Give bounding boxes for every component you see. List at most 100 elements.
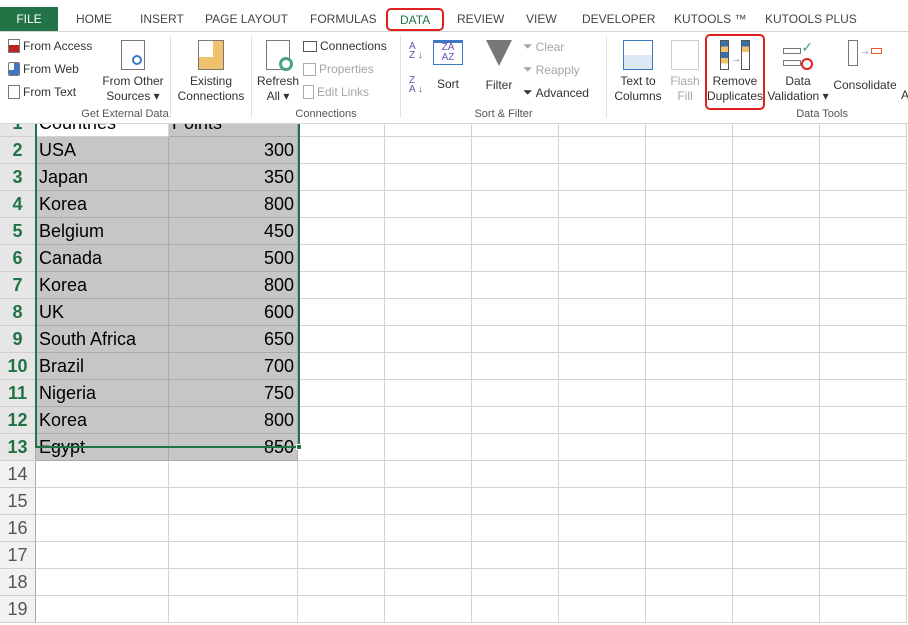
- cell-empty[interactable]: [646, 218, 733, 245]
- cell-empty[interactable]: [472, 515, 559, 542]
- cell-empty[interactable]: [820, 272, 907, 299]
- sort-za-button[interactable]: ZA ↓: [409, 76, 423, 95]
- cell-empty[interactable]: [559, 299, 646, 326]
- cell-country[interactable]: UK: [36, 299, 169, 326]
- cell-empty[interactable]: [646, 569, 733, 596]
- consolidate-button[interactable]: → Consolidate: [832, 40, 898, 93]
- row-header[interactable]: 4: [0, 191, 36, 218]
- cell-empty[interactable]: [385, 569, 472, 596]
- cell-empty[interactable]: [298, 461, 385, 488]
- cell-empty[interactable]: [298, 380, 385, 407]
- cell-empty[interactable]: [472, 218, 559, 245]
- cell-points[interactable]: Points: [169, 124, 298, 137]
- cell-empty[interactable]: [646, 407, 733, 434]
- cell-country[interactable]: Canada: [36, 245, 169, 272]
- cell-empty[interactable]: [298, 326, 385, 353]
- cell-empty[interactable]: [820, 515, 907, 542]
- cell-empty[interactable]: [385, 299, 472, 326]
- cell-empty[interactable]: [820, 164, 907, 191]
- cell-points[interactable]: 650: [169, 326, 298, 353]
- cell-empty[interactable]: [298, 353, 385, 380]
- cell-empty[interactable]: [298, 124, 385, 137]
- cell-empty[interactable]: [472, 407, 559, 434]
- tab-data[interactable]: DATA: [386, 8, 445, 31]
- cell-empty[interactable]: [385, 596, 472, 623]
- filter-button[interactable]: Filter: [480, 40, 518, 93]
- cell-empty[interactable]: [385, 326, 472, 353]
- cell-empty[interactable]: [733, 515, 820, 542]
- cell-empty[interactable]: [559, 245, 646, 272]
- tab-kutools[interactable]: KUTOOLS ™: [674, 7, 746, 31]
- cell-empty[interactable]: [472, 124, 559, 137]
- cell-empty[interactable]: [820, 461, 907, 488]
- cell-empty[interactable]: [820, 299, 907, 326]
- cell-empty[interactable]: [472, 380, 559, 407]
- cell-empty[interactable]: [36, 488, 169, 515]
- cell-empty[interactable]: [559, 434, 646, 461]
- cell-empty[interactable]: [298, 164, 385, 191]
- cell-empty[interactable]: [472, 596, 559, 623]
- from-other-sources-button[interactable]: From Other Sources ▾: [100, 40, 166, 104]
- cell-empty[interactable]: [820, 124, 907, 137]
- spreadsheet-grid[interactable]: 1CountriesPoints2USA3003Japan3504Korea80…: [0, 124, 908, 625]
- cell-empty[interactable]: [385, 542, 472, 569]
- edit-links-button[interactable]: Edit Links: [303, 85, 369, 99]
- cell-empty[interactable]: [472, 461, 559, 488]
- cell-empty[interactable]: [820, 326, 907, 353]
- cell-empty[interactable]: [385, 461, 472, 488]
- cell-country[interactable]: Japan: [36, 164, 169, 191]
- row-header[interactable]: 15: [0, 488, 36, 515]
- cell-empty[interactable]: [733, 461, 820, 488]
- cell-empty[interactable]: [733, 164, 820, 191]
- row-header[interactable]: 14: [0, 461, 36, 488]
- cell-empty[interactable]: [559, 191, 646, 218]
- tab-insert[interactable]: INSERT: [140, 7, 184, 31]
- cell-empty[interactable]: [298, 299, 385, 326]
- from-access-button[interactable]: From Access: [8, 39, 92, 53]
- text-to-columns-button[interactable]: Text to Columns: [612, 40, 664, 104]
- cell-empty[interactable]: [820, 488, 907, 515]
- cell-empty[interactable]: [385, 272, 472, 299]
- cell-country[interactable]: Korea: [36, 407, 169, 434]
- cell-empty[interactable]: [385, 380, 472, 407]
- cell-empty[interactable]: [385, 353, 472, 380]
- cell-empty[interactable]: [385, 407, 472, 434]
- tab-formulas[interactable]: FORMULAS: [310, 7, 377, 31]
- cell-empty[interactable]: [733, 488, 820, 515]
- tab-kutools-plus[interactable]: KUTOOLS PLUS: [765, 7, 857, 31]
- row-header[interactable]: 6: [0, 245, 36, 272]
- cell-country[interactable]: Korea: [36, 272, 169, 299]
- cell-empty[interactable]: [385, 434, 472, 461]
- cell-empty[interactable]: [298, 407, 385, 434]
- cell-empty[interactable]: [646, 326, 733, 353]
- cell-empty[interactable]: [559, 353, 646, 380]
- cell-empty[interactable]: [472, 137, 559, 164]
- cell-empty[interactable]: [646, 353, 733, 380]
- clear-button[interactable]: ⏷ Clear: [523, 39, 564, 54]
- cell-empty[interactable]: [559, 542, 646, 569]
- cell-empty[interactable]: [733, 434, 820, 461]
- cell-country[interactable]: Korea: [36, 191, 169, 218]
- row-header[interactable]: 10: [0, 353, 36, 380]
- tab-view[interactable]: VIEW: [526, 7, 557, 31]
- cell-country[interactable]: South Africa: [36, 326, 169, 353]
- cell-empty[interactable]: [820, 569, 907, 596]
- cell-empty[interactable]: [472, 488, 559, 515]
- cell-empty[interactable]: [733, 218, 820, 245]
- flash-fill-button[interactable]: Flash Fill: [666, 40, 704, 104]
- cell-empty[interactable]: [646, 272, 733, 299]
- cell-empty[interactable]: [733, 326, 820, 353]
- cell-empty[interactable]: [472, 542, 559, 569]
- row-header[interactable]: 2: [0, 137, 36, 164]
- cell-empty[interactable]: [820, 353, 907, 380]
- tab-home[interactable]: HOME: [76, 7, 112, 31]
- tab-page-layout[interactable]: PAGE LAYOUT: [205, 7, 288, 31]
- cell-empty[interactable]: [820, 218, 907, 245]
- refresh-all-button[interactable]: Refresh All ▾: [256, 40, 300, 104]
- cell-empty[interactable]: [298, 272, 385, 299]
- cell-country[interactable]: Brazil: [36, 353, 169, 380]
- cell-empty[interactable]: [820, 542, 907, 569]
- cell-empty[interactable]: [820, 245, 907, 272]
- remove-duplicates-button[interactable]: → Remove Duplicates: [707, 40, 763, 104]
- reapply-button[interactable]: ⏷ Reapply: [523, 62, 580, 77]
